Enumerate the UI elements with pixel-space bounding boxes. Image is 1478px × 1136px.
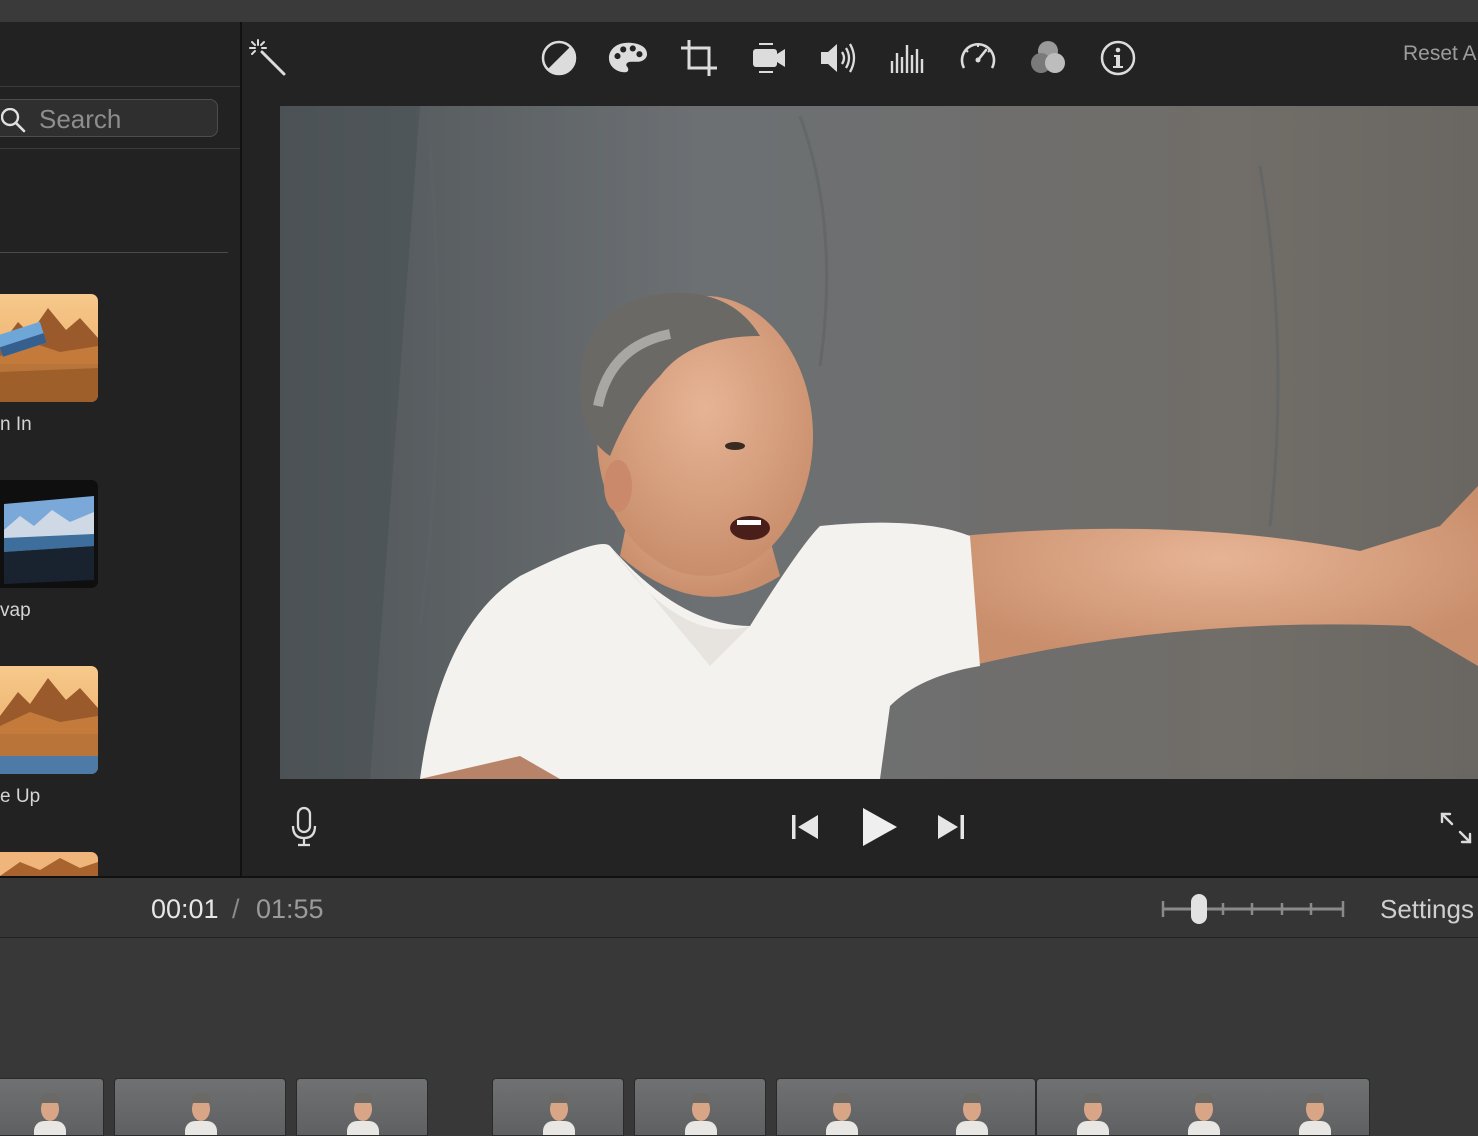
reset-all-button[interactable]: Reset A	[1403, 42, 1477, 66]
noise-reduction-equalizer-icon	[890, 45, 924, 73]
clip-frame-shirt	[185, 1121, 217, 1135]
transition-thumbnail[interactable]	[0, 666, 98, 774]
transition-thumbnail[interactable]	[0, 480, 98, 588]
color-balance-icon	[541, 40, 577, 76]
volume-button[interactable]	[819, 38, 859, 78]
clip-frame-shirt	[1076, 1121, 1109, 1135]
search-input[interactable]	[37, 104, 211, 134]
clip-frame-shirt	[685, 1121, 717, 1135]
voiceover-button[interactable]	[286, 804, 322, 850]
fullscreen-button[interactable]	[1436, 808, 1476, 848]
clip-frame-hair	[191, 1093, 211, 1103]
skip-back-button[interactable]	[788, 810, 822, 844]
total-duration: 01:55	[256, 894, 324, 924]
clip-frame-shirt	[34, 1121, 66, 1135]
crop-button[interactable]	[679, 38, 719, 78]
clip-frame-hair	[40, 1093, 60, 1103]
skip-forward-button[interactable]	[934, 810, 968, 844]
color-correction-button[interactable]	[608, 38, 648, 78]
play-icon	[863, 808, 897, 846]
clip-frame-hair	[691, 1093, 711, 1103]
clip-frame-hair	[1082, 1093, 1103, 1103]
clip-frame-hair	[353, 1093, 373, 1103]
timeline-clip[interactable]	[776, 1078, 1036, 1136]
clip-frame-shirt	[1188, 1121, 1220, 1135]
timeline-clip[interactable]	[492, 1078, 624, 1136]
clip-frame-hair	[962, 1093, 982, 1103]
fullscreen-icon	[1440, 812, 1472, 844]
skip-forward-icon	[938, 815, 964, 839]
clip-frame-shirt	[956, 1121, 988, 1135]
enhance-button[interactable]	[248, 38, 288, 78]
stabilization-camera-icon	[753, 43, 785, 73]
timeline-clip[interactable]	[0, 1078, 104, 1136]
play-button[interactable]	[856, 804, 902, 850]
clip-frame-hair	[832, 1093, 852, 1103]
search-divider	[0, 148, 240, 149]
clip-frame-shirt	[543, 1121, 575, 1135]
timeline-clip[interactable]	[296, 1078, 428, 1136]
search-icon	[1, 108, 26, 133]
crop-icon	[681, 40, 717, 76]
header-divider	[0, 86, 240, 87]
stabilization-button[interactable]	[749, 38, 789, 78]
transitions-browser: n In vap e Up	[0, 22, 240, 876]
search-field[interactable]	[0, 99, 218, 137]
microphone-icon	[291, 806, 317, 847]
transition-label: n In	[0, 414, 32, 435]
clip-frame-shirt	[1299, 1121, 1332, 1135]
clip-frame-hair	[549, 1093, 569, 1103]
clip-filter-button[interactable]	[1028, 38, 1068, 78]
clip-frame-shirt	[826, 1121, 858, 1135]
zoom-slider-knob[interactable]	[1191, 894, 1207, 924]
clip-frame-hair	[1305, 1093, 1326, 1103]
timeline[interactable]	[0, 938, 1478, 1136]
transition-label: e Up	[0, 786, 41, 807]
speed-button[interactable]	[958, 38, 998, 78]
clip-filter-icon	[1031, 41, 1065, 73]
color-balance-button[interactable]	[539, 38, 579, 78]
color-palette-icon	[608, 42, 648, 73]
list-divider	[0, 252, 228, 253]
settings-button[interactable]: Settings	[1380, 894, 1474, 925]
clip-frame-hair	[1194, 1093, 1214, 1103]
viewer: Reset A	[242, 22, 1478, 876]
current-time: 00:01	[151, 894, 219, 924]
time-separator: /	[232, 894, 240, 924]
clip-frame-shirt	[347, 1121, 379, 1135]
window-title-strip	[0, 0, 1478, 23]
info-button[interactable]	[1098, 38, 1138, 78]
speed-icon	[960, 42, 996, 69]
timeline-clip[interactable]	[634, 1078, 766, 1136]
transition-thumbnail[interactable]	[0, 852, 98, 876]
noise-reduction-button[interactable]	[888, 38, 928, 78]
volume-icon	[821, 43, 856, 73]
info-icon	[1100, 40, 1136, 76]
video-frame-image	[280, 106, 1478, 779]
timeline-toolbar: 00:01 / 01:55 Settings	[0, 876, 1478, 938]
transition-thumbnail[interactable]	[0, 294, 98, 402]
timeline-zoom-slider[interactable]	[1160, 892, 1346, 926]
timeline-clip[interactable]	[114, 1078, 286, 1136]
timeline-clip[interactable]	[1036, 1078, 1370, 1136]
transition-label: vap	[0, 600, 31, 621]
skip-back-icon	[792, 815, 818, 839]
video-preview[interactable]	[280, 106, 1478, 779]
magic-wand-icon	[249, 39, 286, 76]
